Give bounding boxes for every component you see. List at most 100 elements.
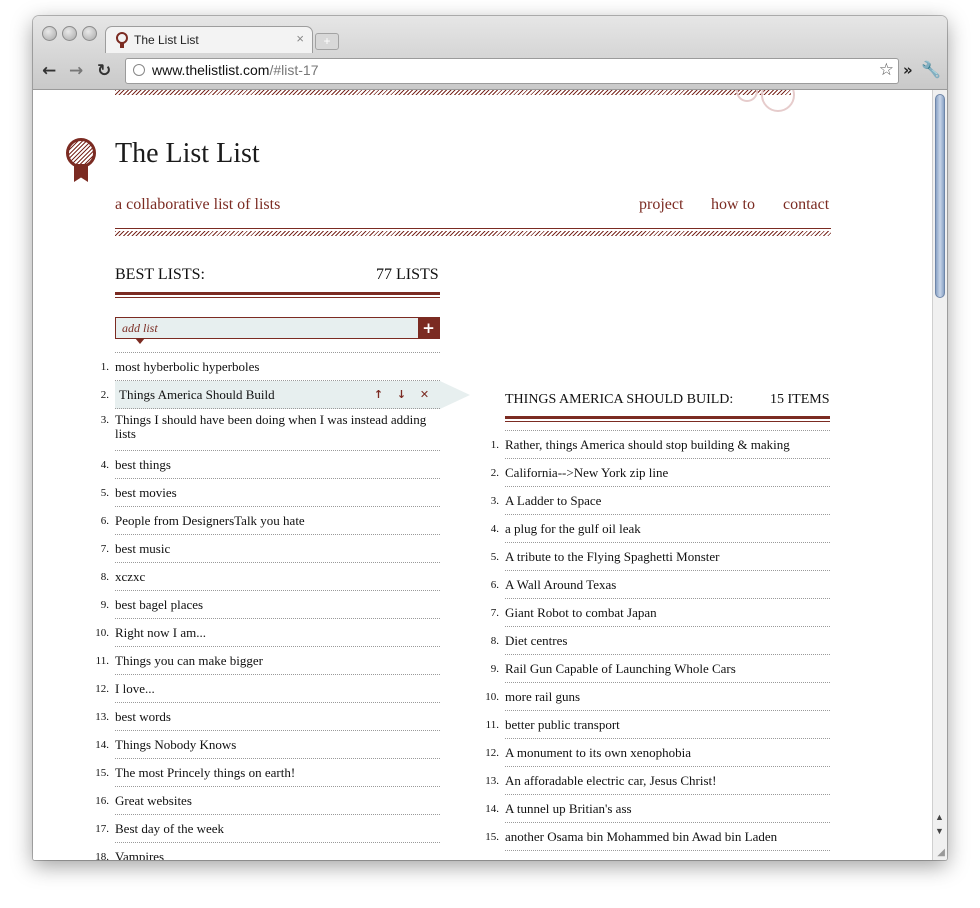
item-label[interactable]: best bagel places [115, 598, 440, 612]
item-number: 10. [95, 627, 109, 639]
item-label[interactable]: Things Nobody Knows [115, 738, 440, 752]
close-window-button[interactable] [42, 26, 57, 41]
list-item-selected[interactable]: 2. Things America Should Build ↑ ↓ ✕ [101, 381, 470, 409]
item-label[interactable]: Things you can make bigger [115, 654, 440, 668]
item-label[interactable]: Rail Gun Capable of Launching Whole Cars [505, 662, 830, 676]
list-item[interactable]: 7. Giant Robot to combat Japan [491, 599, 830, 627]
list-item[interactable]: 13. An afforadable electric car, Jesus Ch… [485, 767, 830, 795]
item-label[interactable]: more rail guns [505, 690, 830, 704]
item-label[interactable]: a plug for the gulf oil leak [505, 522, 830, 536]
list-item[interactable]: 8. xczxc [101, 563, 440, 591]
list-item[interactable]: 10. Right now I am... [95, 619, 440, 647]
item-label[interactable]: People from DesignersTalk you hate [115, 514, 440, 528]
url-text[interactable]: www.thelistlist.com/#list-17 [152, 62, 319, 78]
item-label[interactable]: Right now I am... [115, 626, 440, 640]
resize-grip-icon[interactable]: ◢ [937, 847, 945, 858]
vertical-scrollbar[interactable]: ▲ ▼ [932, 90, 947, 860]
nav-project[interactable]: project [639, 196, 683, 214]
list-item[interactable]: 6. A Wall Around Texas [491, 571, 830, 599]
item-label[interactable]: Things I should have been doing when I w… [115, 413, 440, 441]
list-item[interactable]: 11. Things you can make bigger [96, 647, 440, 675]
item-label[interactable]: Diet centres [505, 634, 830, 648]
list-item[interactable]: 15. another Osama bin Mohammed bin Awad b… [485, 823, 830, 851]
list-item[interactable]: 16. Great websites [95, 787, 440, 815]
list-item[interactable]: 10. more rail guns [485, 683, 830, 711]
zoom-window-button[interactable] [82, 26, 97, 41]
item-label[interactable]: Best day of the week [115, 822, 440, 836]
item-label[interactable]: best words [115, 710, 440, 724]
bookmarks-overflow-icon[interactable]: » [903, 61, 913, 79]
item-number: 1. [490, 439, 499, 451]
list-item[interactable]: 15. The most Princely things on earth! [95, 759, 440, 787]
list-item[interactable]: 1. Rather, things America should stop bui… [491, 431, 830, 459]
list-item[interactable]: 14. Things Nobody Knows [95, 731, 440, 759]
list-item[interactable]: 6. People from DesignersTalk you hate [101, 507, 440, 535]
item-label[interactable]: California-->New York zip line [505, 466, 830, 480]
item-label[interactable]: A Wall Around Texas [505, 578, 830, 592]
list-item[interactable]: 2. California-->New York zip line [491, 459, 830, 487]
list-item[interactable]: 9. best bagel places [101, 591, 440, 619]
minimize-window-button[interactable] [62, 26, 77, 41]
item-label[interactable]: Giant Robot to combat Japan [505, 606, 830, 620]
item-label[interactable]: best music [115, 542, 440, 556]
item-label[interactable]: another Osama bin Mohammed bin Awad bin … [505, 830, 830, 844]
item-label[interactable]: best things [115, 458, 440, 472]
back-icon[interactable]: ← [42, 61, 56, 81]
list-item[interactable]: 5. A tribute to the Flying Spaghetti Mons… [491, 543, 830, 571]
item-label[interactable]: A Ladder to Space [505, 494, 830, 508]
move-down-icon[interactable]: ↓ [394, 387, 409, 402]
new-tab-button[interactable]: + [315, 33, 339, 50]
list-item[interactable]: 13. best words [95, 703, 440, 731]
delete-icon[interactable]: ✕ [417, 387, 432, 402]
list-item[interactable]: 12. A monument to its own xenophobia [485, 739, 830, 767]
wrench-menu-icon[interactable]: 🔧 [921, 60, 941, 80]
list-item[interactable]: 18. Vampires [95, 843, 440, 861]
item-number: 11. [485, 719, 499, 731]
item-label[interactable]: I love... [115, 682, 440, 696]
list-item[interactable]: 4. a plug for the gulf oil leak [491, 515, 830, 543]
list-item[interactable]: 7. best music [101, 535, 440, 563]
scrollbar-thumb[interactable] [935, 94, 945, 298]
item-label[interactable]: A tunnel up Britian's ass [505, 802, 830, 816]
bookmark-star-icon[interactable]: ☆ [879, 60, 894, 80]
item-label[interactable]: An afforadable electric car, Jesus Chris… [505, 774, 830, 788]
list-item[interactable]: 3. A Ladder to Space [491, 487, 830, 515]
list-item[interactable]: 4. best things [101, 451, 440, 479]
list-item[interactable]: 12. I love... [95, 675, 440, 703]
reload-icon[interactable]: ↻ [97, 61, 111, 81]
item-label[interactable]: xczxc [115, 570, 440, 584]
top-divider [115, 90, 791, 95]
list-item[interactable]: 11. better public transport [486, 711, 830, 739]
item-label[interactable]: most hyberbolic hyperboles [115, 360, 440, 374]
scroll-down-icon[interactable]: ▼ [935, 826, 944, 836]
forward-icon[interactable]: → [69, 61, 83, 81]
list-item[interactable]: 9. Rail Gun Capable of Launching Whole Ca… [491, 655, 830, 683]
item-label[interactable]: Great websites [115, 794, 440, 808]
nav-how-to[interactable]: how to [711, 196, 755, 214]
scroll-up-icon[interactable]: ▲ [935, 812, 944, 822]
list-item[interactable]: 3. Things I should have been doing when I… [101, 409, 440, 451]
item-label[interactable]: The most Princely things on earth! [115, 766, 440, 780]
best-lists-count: 77 LISTS [376, 266, 439, 283]
list-item[interactable]: 5. best movies [101, 479, 440, 507]
item-number: 2. [100, 389, 109, 401]
item-label[interactable]: better public transport [505, 718, 830, 732]
best-lists-underline [115, 292, 440, 295]
list-item[interactable]: 14. A tunnel up Britian's ass [485, 795, 830, 823]
move-up-icon[interactable]: ↑ [371, 387, 386, 402]
list-item[interactable]: 8. Diet centres [491, 627, 830, 655]
add-list-input[interactable] [116, 318, 416, 338]
item-label[interactable]: A tribute to the Flying Spaghetti Monste… [505, 550, 830, 564]
list-item[interactable]: 1. most hyberbolic hyperboles [101, 353, 440, 381]
item-label[interactable]: A monument to its own xenophobia [505, 746, 830, 760]
browser-tab[interactable]: The List List × [105, 26, 313, 53]
add-list-button[interactable]: + [418, 318, 439, 338]
tab-close-icon[interactable]: × [296, 31, 304, 46]
item-label[interactable]: Vampires [115, 850, 440, 861]
item-label[interactable]: Rather, things America should stop build… [505, 438, 830, 452]
list-item[interactable]: 17. Best day of the week [95, 815, 440, 843]
address-bar[interactable]: www.thelistlist.com/#list-17 ☆ [125, 58, 899, 84]
item-number: 10. [485, 691, 499, 703]
nav-contact[interactable]: contact [783, 196, 829, 214]
item-label[interactable]: best movies [115, 486, 440, 500]
